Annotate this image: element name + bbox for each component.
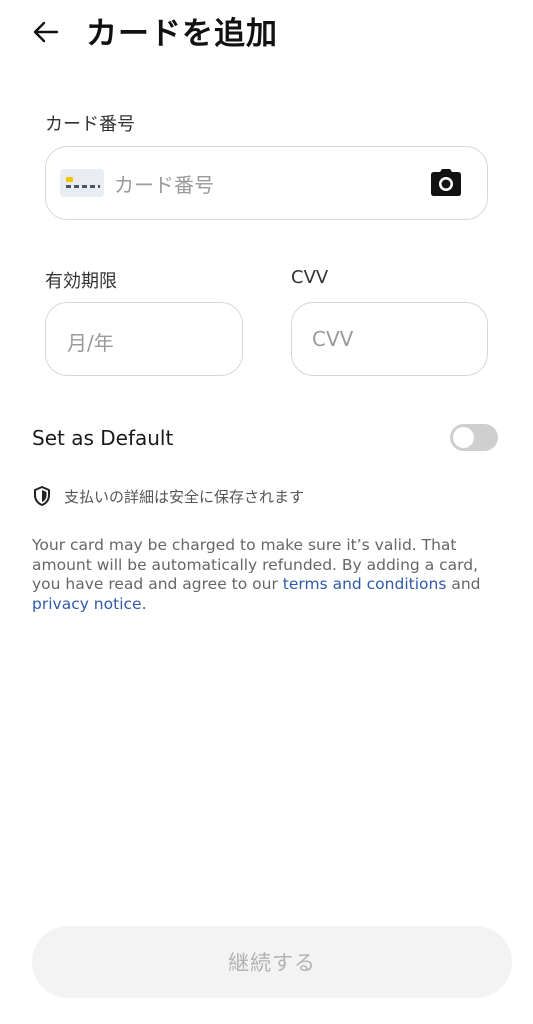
expiry-field[interactable]: 月/年	[45, 302, 243, 376]
continue-button[interactable]: 継続する	[32, 926, 512, 998]
set-default-label: Set as Default	[32, 426, 174, 450]
legal-notice: Your card may be charged to make sure it…	[32, 536, 502, 614]
header: カードを追加	[0, 0, 533, 60]
legal-text-middle: and	[446, 575, 481, 593]
set-default-toggle[interactable]	[450, 424, 498, 451]
card-number-placeholder: カード番号	[114, 173, 214, 197]
shield-icon	[34, 486, 50, 506]
back-button[interactable]	[28, 14, 64, 50]
card-number-label: カード番号	[45, 114, 135, 135]
terms-link[interactable]: terms and conditions	[283, 575, 447, 593]
toggle-knob	[453, 427, 474, 448]
camera-button[interactable]	[429, 167, 463, 199]
privacy-link[interactable]: privacy notice	[32, 595, 142, 613]
card-chip	[66, 177, 73, 182]
camera-icon	[431, 169, 461, 196]
continue-button-label: 継続する	[228, 951, 316, 975]
cvv-placeholder: CVV	[312, 327, 354, 351]
legal-text-after: .	[141, 594, 147, 613]
expiry-placeholder: 月/年	[67, 331, 114, 355]
expiry-label: 有効期限	[45, 271, 117, 292]
cvv-label: CVV	[291, 267, 329, 288]
credit-card-icon	[60, 169, 104, 197]
cvv-field[interactable]: CVV	[291, 302, 488, 376]
set-default-row: Set as Default	[32, 420, 502, 456]
page-title: カードを追加	[86, 16, 278, 52]
arrow-left-icon	[33, 21, 59, 43]
secure-notice-text: 支払いの詳細は安全に保存されます	[64, 487, 305, 506]
card-number-field[interactable]: カード番号	[45, 146, 488, 220]
secure-notice: 支払いの詳細は安全に保存されます	[32, 484, 304, 508]
card-number-dots	[66, 185, 100, 188]
